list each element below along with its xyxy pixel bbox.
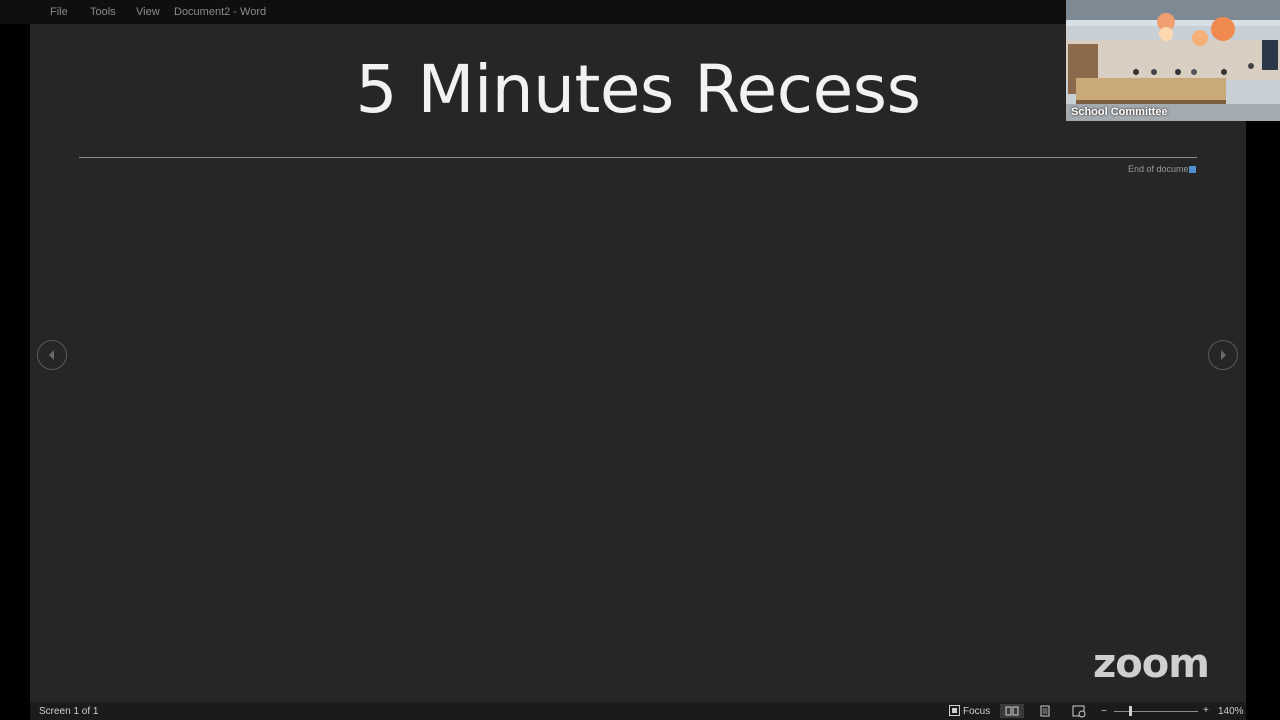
chevron-right-icon: [1221, 350, 1226, 360]
page-indicator: Screen 1 of 1: [39, 706, 99, 717]
read-mode-icon[interactable]: [1000, 704, 1024, 718]
print-layout-icon[interactable]: [1033, 704, 1057, 718]
focus-button[interactable]: Focus: [963, 706, 990, 717]
zoom-in-button[interactable]: +: [1203, 705, 1209, 716]
end-of-document-label: End of document: [1127, 164, 1196, 174]
zoom-out-button[interactable]: −: [1101, 706, 1107, 717]
menu-file[interactable]: File: [50, 6, 68, 18]
web-layout-icon[interactable]: [1067, 704, 1091, 718]
window-title: Document2 - Word: [174, 6, 267, 18]
focus-icon: [949, 705, 960, 716]
menu-tools[interactable]: Tools: [90, 6, 116, 18]
heading-divider: [79, 157, 1197, 158]
zoom-slider-handle[interactable]: [1129, 706, 1132, 716]
participant-video-thumbnail[interactable]: [1066, 0, 1280, 121]
meeting-room-image: [1066, 0, 1280, 121]
status-bar: Screen 1 of 1 Focus − + 140%: [30, 702, 1246, 720]
participant-name-label: School Committee: [1071, 106, 1168, 118]
end-of-document-marker: [1189, 166, 1196, 173]
next-screen-button[interactable]: [1208, 340, 1238, 370]
menu-view[interactable]: View: [136, 6, 160, 18]
zoom-level[interactable]: 140%: [1218, 706, 1244, 717]
previous-screen-button[interactable]: [37, 340, 67, 370]
zoom-watermark-logo: zoom: [1093, 641, 1210, 687]
chevron-left-icon: [49, 350, 54, 360]
zoom-slider-track[interactable]: [1114, 711, 1198, 712]
